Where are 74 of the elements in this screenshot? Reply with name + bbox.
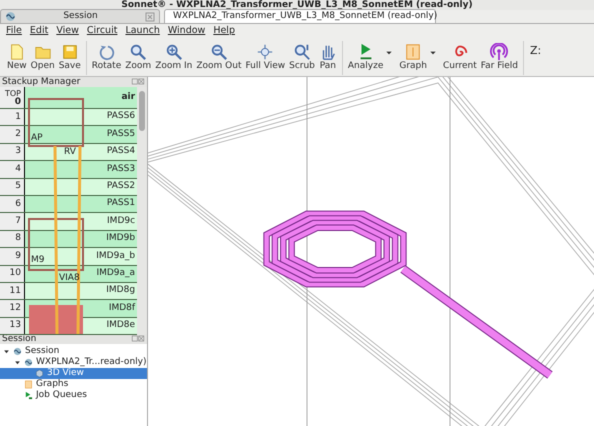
- scrub-icon: [293, 43, 311, 61]
- layer-number: 0: [14, 98, 21, 106]
- menu-item[interactable]: Help: [209, 24, 239, 39]
- toolbar-button[interactable]: New: [5, 43, 29, 72]
- toolbar-button[interactable]: Zoom Out: [194, 43, 244, 72]
- job-queue-icon: [24, 391, 33, 400]
- layer-number: 13: [10, 321, 21, 330]
- toolbar-button[interactable]: Scrub: [287, 43, 317, 72]
- layer-number: 7: [15, 217, 21, 226]
- layer-name: air: [24, 87, 138, 108]
- wave-icon: [24, 358, 33, 367]
- layer-number: 10: [10, 269, 21, 278]
- toolbar-button[interactable]: Save: [56, 43, 83, 72]
- menu-item[interactable]: File: [2, 24, 26, 39]
- menu-item[interactable]: Circuit: [82, 24, 122, 39]
- layer-label: RV: [64, 148, 76, 157]
- wave-icon: [13, 347, 22, 356]
- toolbar-button[interactable]: Open: [28, 43, 57, 72]
- layer-name: PASS3: [24, 161, 138, 178]
- window-title: Sonnet® - WXPLNA2_Transformer_UWB_L3_M8_SonnetEM (read-only): [121, 0, 473, 10]
- layer-number: 1: [15, 112, 21, 122]
- panel-title: Session: [2, 334, 36, 344]
- zoom-out-icon: [210, 43, 228, 61]
- zoom-in-icon: [164, 43, 183, 61]
- menu-item[interactable]: Launch: [121, 24, 164, 39]
- rotate-icon: [98, 43, 116, 61]
- layer-number: 5: [15, 182, 21, 192]
- float-close-icon[interactable]: [131, 77, 145, 86]
- tree-item[interactable]: 3D View: [0, 368, 147, 379]
- layer-number: 6: [15, 200, 21, 209]
- cube-icon: [35, 369, 44, 378]
- arrows-icon: [256, 43, 274, 61]
- toolbar-button[interactable]: Pan: [316, 43, 339, 72]
- panel-title: Stackup Manager: [2, 77, 80, 87]
- tab[interactable]: Session: [0, 9, 160, 23]
- toolbar-button[interactable]: Far Field: [478, 43, 520, 72]
- layer-label: M9: [31, 256, 44, 265]
- layer-number: 12: [10, 304, 21, 313]
- layer-number: 3: [15, 147, 21, 156]
- scrollbar[interactable]: [137, 87, 147, 334]
- layer-label: AP: [31, 134, 43, 143]
- tree-item[interactable]: WXPLNA2_Tr...read-only): [0, 357, 147, 368]
- toolbar-button[interactable]: Analyze: [346, 43, 386, 72]
- caret-icon[interactable]: [385, 48, 394, 56]
- toolbar-button[interactable]: Rotate: [90, 43, 124, 72]
- graph-icon: [24, 380, 33, 389]
- toolbar-button[interactable]: Zoom: [123, 43, 154, 72]
- caret-icon[interactable]: [428, 48, 437, 56]
- layer-number: 4: [15, 164, 21, 174]
- toolbar-button[interactable]: Graph: [397, 43, 429, 72]
- wave-icon: [5, 11, 16, 22]
- graph-icon: [404, 43, 422, 61]
- layer-number: 8: [15, 234, 21, 244]
- layer-name: PASS6: [24, 109, 138, 126]
- tree-item[interactable]: Graphs: [0, 379, 147, 390]
- metal-outline: [28, 98, 84, 147]
- top-label: TOP: [4, 88, 21, 98]
- tree-item[interactable]: Session: [0, 346, 147, 357]
- menu-item[interactable]: View: [52, 24, 83, 39]
- toolbar-button[interactable]: Current: [440, 43, 479, 72]
- toolbar-button[interactable]: Full View: [244, 43, 288, 72]
- layer-number: 9: [15, 252, 21, 261]
- toolbar-button[interactable]: Zoom In: [153, 43, 194, 72]
- menu-item[interactable]: Edit: [26, 24, 52, 39]
- layer-number: 11: [10, 286, 21, 296]
- antenna-icon: [490, 43, 508, 61]
- layer-number: 2: [15, 130, 21, 140]
- metal-outline: [28, 218, 84, 271]
- z-label: Z:: [530, 43, 542, 60]
- tab[interactable]: WXPLNA2_Transformer_UWB_L3_M8_SonnetEM (read-only): [164, 9, 436, 23]
- magnifier-icon: [129, 43, 148, 61]
- tree-item[interactable]: Job Queues: [0, 390, 147, 401]
- float-close-icon[interactable]: [131, 334, 145, 343]
- menu-item[interactable]: Window: [164, 24, 210, 39]
